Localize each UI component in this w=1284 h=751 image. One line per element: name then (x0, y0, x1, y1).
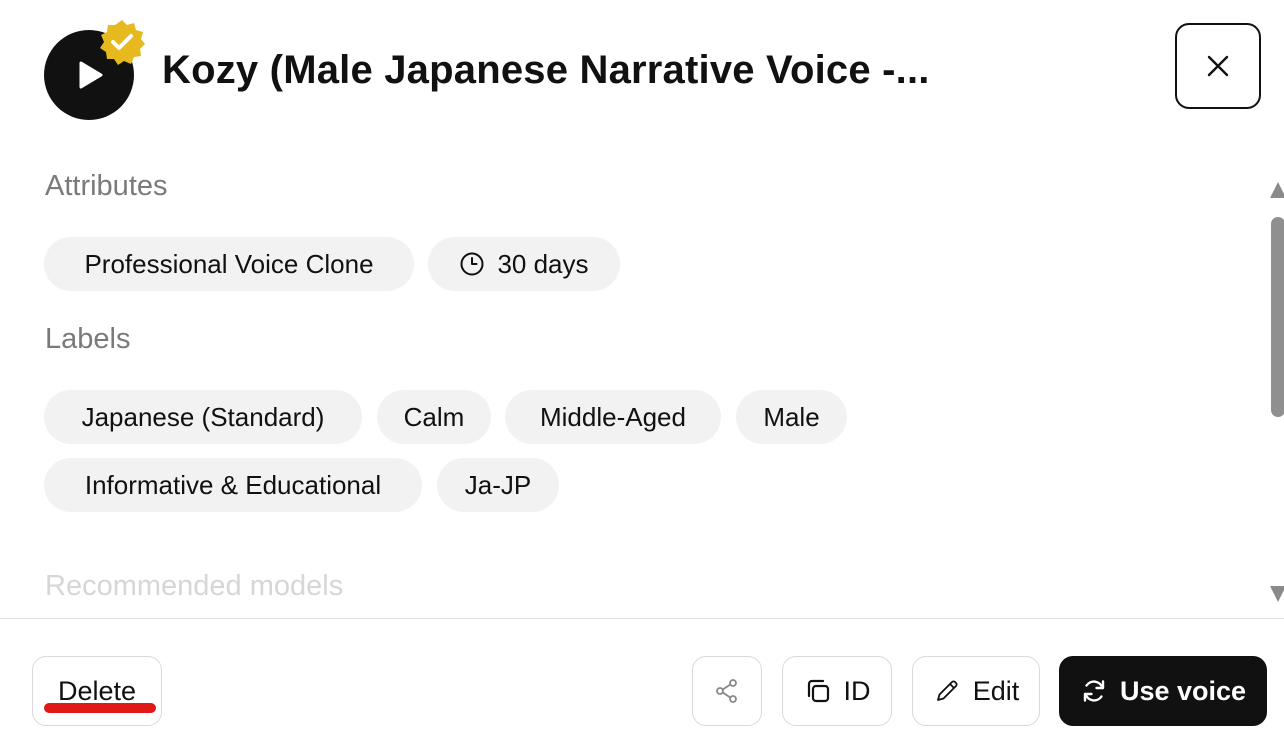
label-text: Ja-JP (464, 469, 532, 500)
attributes-heading: Attributes (45, 170, 168, 202)
use-voice-button[interactable]: Use voice (1059, 656, 1267, 726)
edit-button[interactable]: Edit (912, 656, 1040, 726)
scroll-up-arrow[interactable] (1270, 182, 1284, 198)
close-icon (1207, 55, 1229, 77)
label-chip: Informative & Educational (44, 458, 422, 512)
footer-divider (0, 618, 1284, 619)
copy-id-button[interactable]: ID (782, 656, 892, 726)
label-chip: Middle-Aged (505, 390, 721, 444)
recommended-models-heading: Recommended models (45, 570, 344, 602)
delete-annotation-underline (44, 703, 156, 713)
label-text: Middle-Aged (540, 401, 686, 432)
copy-icon (807, 679, 829, 703)
attribute-label: 30 days (497, 248, 589, 279)
attribute-chip-duration: 30 days (428, 237, 620, 291)
pencil-icon (936, 680, 958, 701)
verified-badge-icon (100, 20, 145, 65)
close-button[interactable] (1175, 23, 1261, 109)
share-button[interactable] (692, 656, 762, 726)
edit-label: Edit (972, 675, 1020, 706)
scroll-down-arrow[interactable] (1270, 586, 1284, 602)
label-text: Male (763, 401, 820, 432)
attribute-label: Professional Voice Clone (84, 248, 374, 279)
delete-button[interactable]: Delete (32, 656, 162, 726)
attribute-chip-type: Professional Voice Clone (44, 237, 414, 291)
label-chip: Calm (377, 390, 491, 444)
label-text: Japanese (Standard) (81, 401, 325, 432)
voice-title: Kozy (Male Japanese Narrative Voice -... (162, 48, 930, 92)
labels-heading: Labels (45, 323, 131, 355)
label-chip: Japanese (Standard) (44, 390, 362, 444)
scrollbar-thumb[interactable] (1271, 217, 1284, 417)
clock-icon (460, 252, 484, 276)
label-text: Calm (403, 401, 465, 432)
refresh-icon (1083, 680, 1105, 702)
delete-label: Delete (57, 675, 137, 706)
share-icon (716, 679, 737, 703)
id-label: ID (843, 675, 871, 706)
use-voice-label: Use voice (1119, 675, 1247, 706)
label-text: Informative & Educational (84, 469, 382, 500)
label-chip: Male (736, 390, 847, 444)
label-chip: Ja-JP (437, 458, 559, 512)
voice-details-modal: Kozy (Male Japanese Narrative Voice -...… (0, 0, 1284, 751)
